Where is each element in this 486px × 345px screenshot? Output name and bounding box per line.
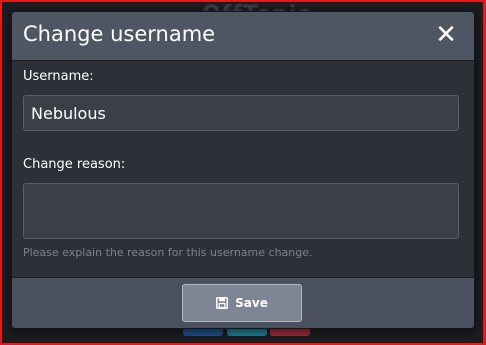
change-reason-textarea[interactable] [23, 183, 459, 239]
change-reason-help-text: Please explain the reason for this usern… [23, 246, 313, 259]
dialog-body: Username: Change reason: Please explain … [12, 61, 474, 277]
change-reason-label: Change reason: [23, 157, 126, 172]
save-button-label: Save [235, 296, 268, 310]
dialog-footer: Save [12, 277, 474, 328]
background-button [183, 328, 223, 336]
background-button [270, 328, 310, 336]
save-icon [216, 297, 229, 309]
dialog-header: Change username ✕ [12, 12, 474, 61]
username-label: Username: [23, 69, 94, 84]
save-button[interactable]: Save [182, 284, 302, 322]
change-username-dialog: Change username ✕ Username: Change reaso… [11, 11, 475, 329]
background-button [227, 328, 267, 336]
close-icon[interactable]: ✕ [434, 21, 458, 49]
dialog-title: Change username [23, 22, 216, 46]
username-input[interactable] [23, 95, 459, 131]
